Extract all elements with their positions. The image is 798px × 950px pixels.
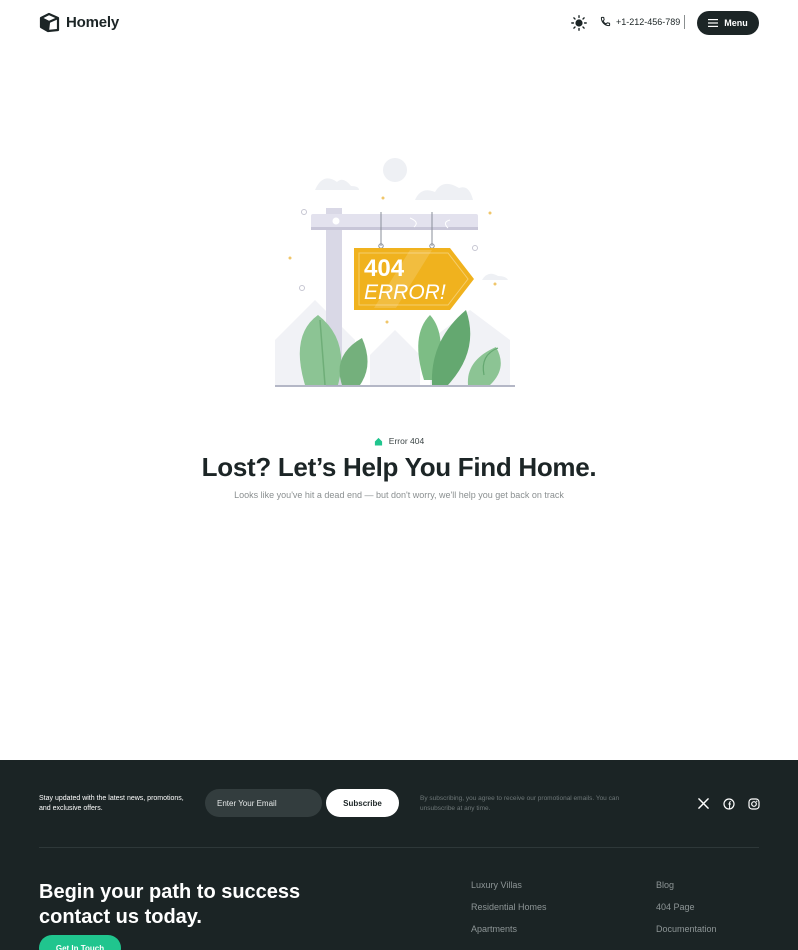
footer-link[interactable]: Blog [656, 881, 717, 890]
cta-title: Begin your path to success contact us to… [39, 881, 301, 928]
header-divider [684, 15, 685, 29]
brand-name: Homely [66, 14, 119, 31]
get-in-touch-button[interactable]: Get In Touch [39, 935, 121, 950]
page-subtitle: Looks like you've hit a dead end — but d… [234, 490, 564, 500]
house-icon [374, 437, 382, 446]
facebook-icon [722, 797, 735, 810]
footer-link[interactable]: Residential Homes [471, 903, 547, 912]
error-404-illustration: 404 ERROR! [275, 158, 515, 387]
footer-links-properties: Luxury Villas Residential Homes Apartmen… [471, 881, 547, 934]
hamburger-icon [708, 19, 719, 27]
x-twitter-link[interactable] [697, 797, 710, 810]
footer-link[interactable]: Documentation [656, 925, 717, 934]
menu-button[interactable]: Menu [697, 11, 759, 35]
subscribe-button[interactable]: Subscribe [326, 789, 399, 817]
sign-error-text: ERROR! [364, 281, 446, 304]
error-tag: Error 404 [0, 436, 798, 446]
house-logo-icon [39, 12, 60, 33]
sign-404-text: 404 [364, 255, 405, 282]
brand-logo[interactable]: Homely [39, 12, 119, 33]
footer-link[interactable]: Apartments [471, 925, 547, 934]
instagram-icon [747, 797, 760, 810]
footer-link[interactable]: 404 Page [656, 903, 717, 912]
error-tag-label: Error 404 [388, 436, 425, 446]
phone-link[interactable]: +1-212-456-789 [600, 16, 680, 27]
email-input[interactable] [205, 789, 322, 817]
newsletter-text: Stay updated with the latest news, promo… [39, 795, 184, 812]
footer-links-pages: Blog 404 Page Documentation [656, 881, 717, 934]
site-header: Homely +1-212-456-789 Menu [0, 0, 798, 48]
phone-icon [600, 16, 611, 27]
footer-link[interactable]: Luxury Villas [471, 881, 547, 890]
menu-label: Menu [724, 18, 748, 28]
facebook-link[interactable] [722, 797, 735, 810]
consent-text: By subscribing, you agree to receive our… [420, 795, 620, 812]
instagram-link[interactable] [747, 797, 760, 810]
error-sign-board: 404 ERROR! [354, 248, 474, 310]
site-footer: Stay updated with the latest news, promo… [0, 760, 798, 950]
page-title: Lost? Let’s Help You Find Home. [201, 452, 597, 482]
sun-icon[interactable] [571, 15, 587, 31]
x-twitter-icon [698, 798, 709, 809]
social-links [697, 797, 760, 810]
phone-number: +1-212-456-789 [616, 16, 681, 27]
footer-divider [39, 847, 759, 848]
